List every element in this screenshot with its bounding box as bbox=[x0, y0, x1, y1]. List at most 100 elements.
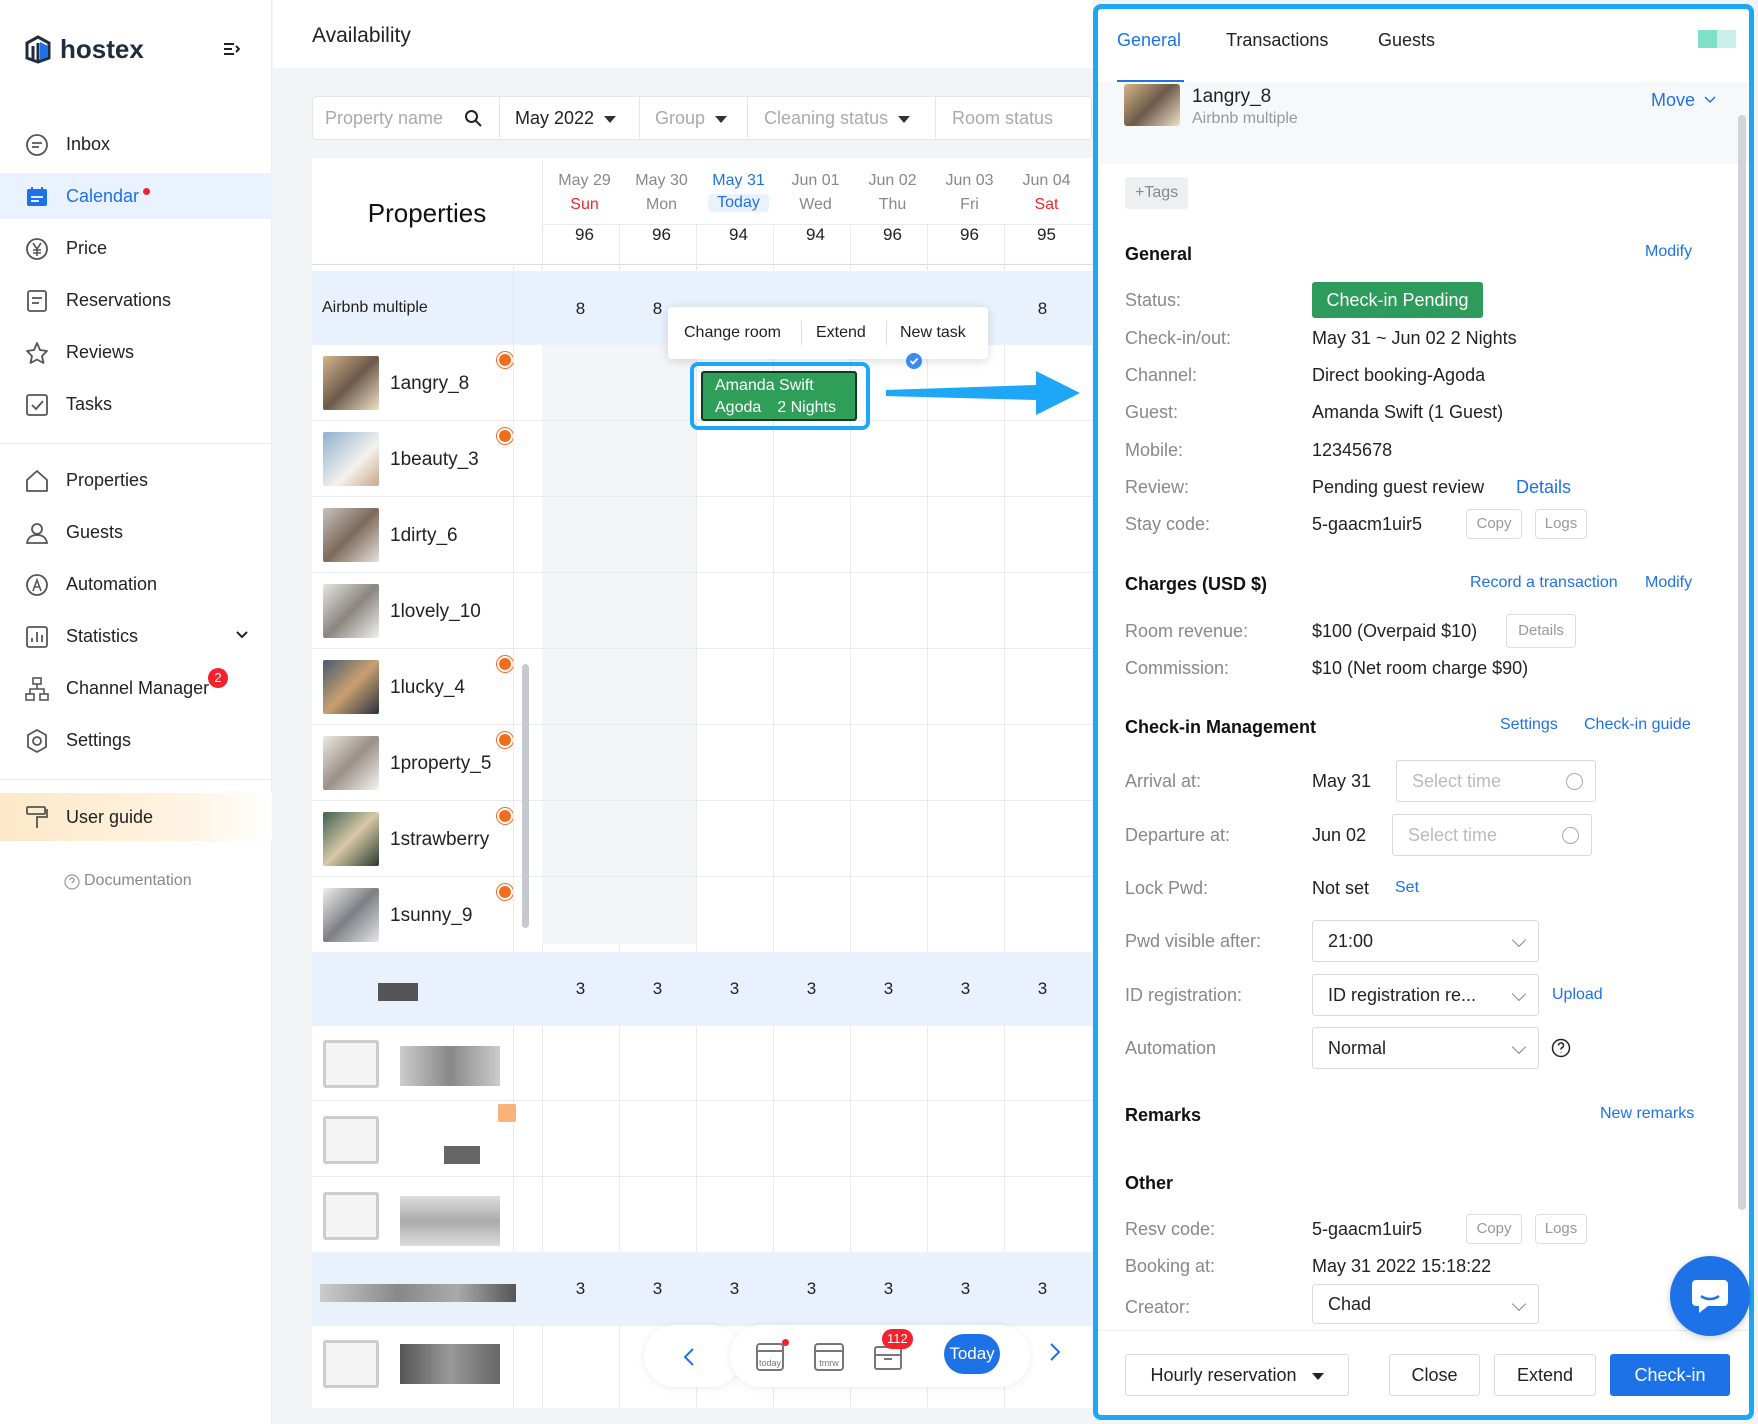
airbnb-badge-icon bbox=[497, 808, 513, 824]
new-task-menu-item[interactable]: New task bbox=[900, 324, 966, 342]
hourly-reservation-button[interactable]: Hourly reservation bbox=[1125, 1354, 1349, 1396]
column-divider bbox=[513, 264, 514, 1408]
sidebar-item-tasks[interactable]: Tasks bbox=[0, 381, 272, 427]
review-details-link[interactable]: Details bbox=[1516, 477, 1571, 498]
documentation-link[interactable]: Documentation bbox=[84, 872, 192, 890]
arrival-time-picker[interactable]: Select time bbox=[1396, 760, 1596, 802]
creator-select[interactable]: Chad bbox=[1312, 1284, 1539, 1324]
move-dropdown[interactable]: Move bbox=[1651, 90, 1695, 111]
extend-button[interactable]: Extend bbox=[1494, 1354, 1596, 1396]
sidebar-item-inbox[interactable]: Inbox bbox=[0, 121, 272, 167]
caret-down-icon bbox=[898, 115, 911, 123]
sidebar-item-settings[interactable]: Settings bbox=[0, 717, 272, 763]
automation-select[interactable]: Normal bbox=[1312, 1027, 1539, 1069]
sidebar-item-statistics[interactable]: Statistics bbox=[0, 613, 272, 659]
sidebar-item-channel-manager[interactable]: Channel Manager 2 bbox=[0, 665, 272, 711]
upload-link[interactable]: Upload bbox=[1552, 986, 1603, 1004]
day-date: May 29 bbox=[558, 172, 611, 189]
airbnb-badge-icon bbox=[497, 428, 513, 444]
new-remarks-link[interactable]: New remarks bbox=[1600, 1105, 1694, 1123]
cleaning-status-select[interactable]: Cleaning status bbox=[748, 97, 936, 139]
property-name[interactable]: 1strawberry bbox=[390, 829, 489, 851]
sidebar-item-guests[interactable]: Guests bbox=[0, 509, 272, 555]
chat-widget-button[interactable] bbox=[1670, 1256, 1750, 1336]
row-line bbox=[312, 648, 1092, 649]
resv-code-logs-button[interactable]: Logs bbox=[1535, 1214, 1587, 1244]
tab-transactions[interactable]: Transactions bbox=[1226, 30, 1328, 51]
checkin-button[interactable]: Check-in bbox=[1610, 1354, 1730, 1396]
property-name-search[interactable]: Property name bbox=[313, 97, 500, 139]
clock-icon bbox=[1562, 827, 1579, 844]
day-weekday: Sat bbox=[1034, 196, 1059, 213]
room-status-select[interactable]: Room status bbox=[936, 97, 1093, 139]
chevron-down-icon[interactable] bbox=[235, 630, 249, 640]
blurred-name bbox=[320, 1284, 516, 1302]
mobile-label: Mobile: bbox=[1125, 440, 1184, 460]
checkin-settings-link[interactable]: Settings bbox=[1500, 716, 1558, 734]
lock-pwd-value: Not set bbox=[1312, 878, 1370, 898]
sidebar-item-reviews[interactable]: Reviews bbox=[0, 329, 272, 375]
group-name: Airbnb multiple bbox=[322, 299, 428, 316]
sidebar-item-price[interactable]: Price bbox=[0, 225, 272, 271]
group-count: 3 bbox=[883, 979, 894, 998]
help-circle-icon[interactable] bbox=[1551, 1038, 1571, 1058]
chevron-right-icon[interactable] bbox=[1048, 1342, 1062, 1362]
day-weekday: Today bbox=[708, 194, 769, 212]
blurred-name bbox=[400, 1196, 500, 1246]
mobile-value: 12345678 bbox=[1312, 440, 1393, 460]
id-registration-select[interactable]: ID registration re... bbox=[1312, 974, 1539, 1016]
tomorrow-calendar-icon[interactable]: tmrw bbox=[812, 1339, 846, 1373]
today-button[interactable]: Today bbox=[944, 1334, 1000, 1374]
copy-resv-code-button[interactable]: Copy bbox=[1466, 1214, 1522, 1244]
extend-menu-item[interactable]: Extend bbox=[816, 324, 866, 342]
set-lock-pwd-link[interactable]: Set bbox=[1395, 879, 1419, 897]
group-count: 3 bbox=[575, 1279, 586, 1298]
airbnb-badge-icon bbox=[498, 1104, 516, 1122]
charges-modify-link[interactable]: Modify bbox=[1645, 574, 1692, 592]
close-button[interactable]: Close bbox=[1389, 1354, 1480, 1396]
drawer-scrollbar[interactable] bbox=[1738, 115, 1746, 1210]
tab-general[interactable]: General bbox=[1117, 30, 1181, 51]
sidebar-item-properties[interactable]: Properties bbox=[0, 457, 272, 503]
row-line bbox=[312, 800, 1092, 801]
arrival-value: May 31 bbox=[1312, 771, 1372, 791]
property-name[interactable]: 1beauty_3 bbox=[390, 449, 479, 471]
inbox-icon bbox=[26, 134, 48, 156]
pwd-visible-select[interactable]: 21:00 bbox=[1312, 920, 1539, 962]
month-select[interactable]: May 2022 bbox=[500, 97, 640, 139]
chevron-left-icon[interactable] bbox=[682, 1347, 696, 1367]
sidebar-divider bbox=[0, 443, 272, 444]
property-name[interactable]: 1lovely_10 bbox=[390, 601, 481, 623]
property-name[interactable]: 1property_5 bbox=[390, 753, 491, 775]
revenue-details-button[interactable]: Details bbox=[1506, 614, 1576, 648]
copy-stay-code-button[interactable]: Copy bbox=[1466, 509, 1522, 539]
group-count: 3 bbox=[1037, 1279, 1048, 1298]
stay-code-logs-button[interactable]: Logs bbox=[1535, 509, 1587, 539]
properties-scrollbar[interactable] bbox=[522, 664, 529, 928]
add-tags-button[interactable]: +Tags bbox=[1125, 177, 1189, 209]
day-header: Jun 02 Thu bbox=[854, 172, 931, 214]
tab-guests[interactable]: Guests bbox=[1378, 30, 1435, 51]
day-header: Jun 03 Fri bbox=[931, 172, 1008, 214]
user-guide-item[interactable]: User guide bbox=[0, 793, 272, 841]
collapse-menu-icon[interactable] bbox=[222, 40, 240, 58]
guest-value[interactable]: Amanda Swift (1 Guest) bbox=[1312, 402, 1503, 423]
record-transaction-link[interactable]: Record a transaction bbox=[1470, 574, 1618, 592]
today-notification-dot bbox=[782, 1339, 789, 1346]
group-select[interactable]: Group bbox=[640, 97, 748, 139]
checkin-guide-link[interactable]: Check-in guide bbox=[1584, 716, 1691, 734]
property-name[interactable]: 1sunny_9 bbox=[390, 905, 472, 927]
booking-bar[interactable]: Amanda Swift Agoda 2 Nights bbox=[701, 371, 857, 421]
property-name[interactable]: 1angry_8 bbox=[390, 373, 469, 395]
sidebar-item-reservations[interactable]: Reservations bbox=[0, 277, 272, 323]
property-name[interactable]: 1lucky_4 bbox=[390, 677, 465, 699]
search-icon bbox=[465, 110, 482, 127]
today-calendar-icon[interactable]: today bbox=[754, 1339, 786, 1373]
property-name[interactable]: 1dirty_6 bbox=[390, 525, 458, 547]
general-modify-link[interactable]: Modify bbox=[1645, 243, 1692, 261]
sidebar-item-automation[interactable]: Automation bbox=[0, 561, 272, 607]
departure-time-picker[interactable]: Select time bbox=[1392, 814, 1592, 856]
change-room-menu-item[interactable]: Change room bbox=[684, 324, 781, 342]
sidebar-item-label: Calendar bbox=[66, 186, 140, 206]
sidebar-item-calendar[interactable]: Calendar bbox=[0, 173, 272, 219]
